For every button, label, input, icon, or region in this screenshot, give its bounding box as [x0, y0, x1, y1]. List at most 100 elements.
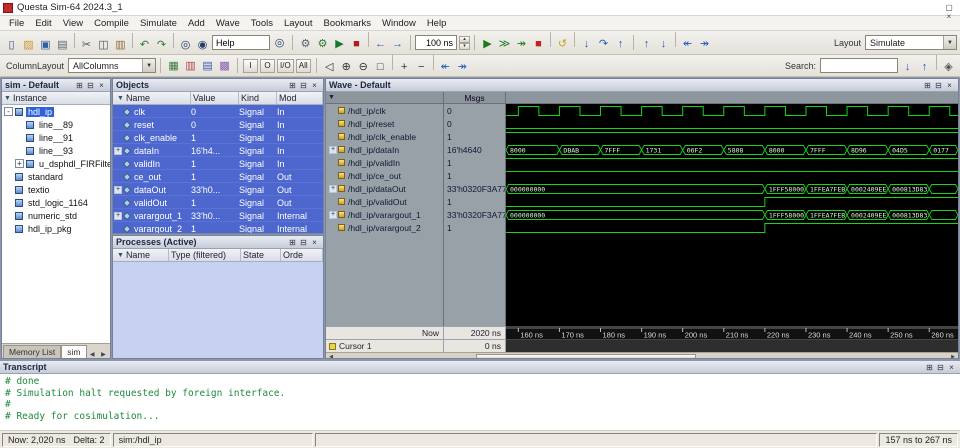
compile-icon[interactable]: ⚙ [297, 35, 314, 52]
waveform-area[interactable]: 8000DBAB7FFF173106F2580880007FFF8D9604D5… [506, 104, 958, 326]
step-into-icon[interactable]: ↓ [578, 36, 595, 53]
help-search-icon[interactable]: ◎ [271, 34, 288, 51]
environment-forward-icon[interactable]: → [389, 36, 406, 53]
zoom-in-icon[interactable]: ⊕ [338, 58, 355, 75]
close-icon[interactable]: × [309, 237, 320, 248]
object-row-varargout_2[interactable]: varargout_21SignalInternal [113, 222, 323, 233]
search-input[interactable] [820, 58, 898, 73]
save-icon[interactable]: ▣ [37, 36, 54, 53]
objects-panel-header[interactable]: Objects ⊞⊟× [113, 79, 323, 92]
object-row-ce_out[interactable]: ce_out1SignalOut [113, 170, 323, 183]
wave-name-dataOut[interactable]: +/hdl_ip/dataOut [326, 182, 443, 195]
wave-horizontal-scrollbar[interactable]: ◀ ▶ [326, 352, 958, 359]
tree-item-line__93[interactable]: line__93 [2, 144, 110, 157]
menu-window[interactable]: Window [377, 18, 421, 29]
menu-add[interactable]: Add [183, 18, 210, 29]
time-down-icon[interactable]: ▾ [459, 43, 470, 50]
undock-icon[interactable]: ⊟ [298, 80, 309, 91]
object-row-clk_enable[interactable]: clk_enable1SignalIn [113, 131, 323, 144]
objects-column-value[interactable]: Value [191, 92, 239, 104]
undock-icon[interactable]: ⊟ [933, 80, 944, 91]
navigate-up-icon[interactable]: ↑ [638, 36, 655, 53]
dock-icon[interactable]: ⊞ [924, 362, 935, 373]
print-icon[interactable]: ▤ [54, 36, 71, 53]
columnlayout-select[interactable]: AllColumns ▼ [68, 58, 156, 73]
time-up-icon[interactable]: ▴ [459, 36, 470, 43]
tree-item-textio[interactable]: textio [2, 183, 110, 196]
run-icon[interactable]: ▶ [479, 35, 496, 52]
menu-bookmarks[interactable]: Bookmarks [319, 18, 377, 29]
wave-names-header[interactable]: ▼ [326, 92, 444, 104]
environment-back-icon[interactable]: ← [372, 36, 389, 53]
compile-all-icon[interactable]: ⚙ [314, 35, 331, 52]
wave-name-validIn[interactable]: /hdl_ip/validIn [326, 156, 443, 169]
tree-item-std_logic_1164[interactable]: std_logic_1164 [2, 196, 110, 209]
expand-icon[interactable]: + [114, 147, 122, 155]
filter-inputs-button[interactable]: I [243, 59, 258, 73]
wave-values-header[interactable]: Msgs [444, 92, 506, 104]
transcript-header[interactable]: Transcript ⊞⊟× [0, 361, 960, 374]
jump-start-icon[interactable]: ↞ [679, 35, 696, 52]
tab-scroll-left-icon[interactable]: ◀ [87, 351, 98, 358]
dock-icon[interactable]: ⊞ [922, 80, 933, 91]
expand-icon[interactable]: + [114, 186, 122, 194]
cursor-track[interactable] [506, 339, 958, 352]
find-next-icon[interactable]: ◉ [194, 36, 211, 53]
step-out-icon[interactable]: ↑ [612, 36, 629, 53]
time-axis[interactable]: 160 ns170 ns180 ns190 ns200 ns210 ns220 … [506, 326, 958, 339]
menu-view[interactable]: View [58, 18, 88, 29]
filter-outputs-button[interactable]: O [260, 59, 275, 73]
menu-layout[interactable]: Layout [279, 18, 318, 29]
close-button[interactable]: × [938, 12, 960, 21]
expand-icon[interactable]: + [329, 211, 337, 219]
prev-edge-icon[interactable]: ↞ [437, 58, 454, 75]
object-row-varargout_1[interactable]: +varargout_133'h0...SignalInternal [113, 209, 323, 222]
layout-select[interactable]: Simulate ▼ [865, 35, 957, 50]
navigate-down-icon[interactable]: ↓ [655, 36, 672, 53]
undock-icon[interactable]: ⊟ [298, 237, 309, 248]
tab-sim[interactable]: sim [61, 345, 86, 358]
expand-icon[interactable]: + [329, 146, 337, 154]
wave-panel-header[interactable]: Wave - Default ⊞⊟× [326, 79, 958, 92]
collapse-icon[interactable]: - [4, 107, 13, 116]
scroll-right-icon[interactable]: ▶ [948, 354, 958, 359]
close-icon[interactable]: × [946, 362, 957, 373]
maximize-button[interactable]: ▢ [938, 3, 960, 12]
run-all-icon[interactable]: ↠ [513, 35, 530, 52]
expand-icon[interactable]: + [329, 185, 337, 193]
object-row-clk[interactable]: clk0SignalIn [113, 105, 323, 118]
menu-wave[interactable]: Wave [211, 18, 245, 29]
search-down-icon[interactable]: ↓ [899, 59, 916, 76]
menu-compile[interactable]: Compile [89, 18, 134, 29]
wave-name-validOut[interactable]: /hdl_ip/validOut [326, 195, 443, 208]
new-file-icon[interactable]: ▯ [3, 36, 20, 53]
wave-name-varargout_2[interactable]: /hdl_ip/varargout_2 [326, 221, 443, 234]
cursor-value-cell[interactable]: 0 ns [444, 339, 506, 352]
step-over-icon[interactable]: ↷ [595, 35, 612, 52]
processes-column-orde[interactable]: Orde [281, 249, 323, 261]
processes-column-typefiltered[interactable]: Type (filtered) [169, 249, 241, 261]
run-length-input[interactable] [415, 35, 457, 50]
objects-column-kind[interactable]: Kind [239, 92, 277, 104]
cursor-label-cell[interactable]: Cursor 1 [326, 339, 444, 352]
open-folder-icon[interactable]: ▨ [20, 36, 37, 53]
delete-cursor-icon[interactable]: − [413, 59, 430, 76]
zoom-out-icon[interactable]: ⊖ [355, 58, 372, 75]
continue-run-icon[interactable]: ≫ [496, 35, 513, 52]
processes-column-name[interactable]: ▼Name [113, 249, 169, 261]
tree-item-line__89[interactable]: line__89 [2, 118, 110, 131]
filter-all-button[interactable]: All [296, 59, 311, 73]
search-up-icon[interactable]: ↑ [916, 59, 933, 76]
expand-icon[interactable]: + [15, 159, 24, 168]
undo-icon[interactable]: ↶ [136, 36, 153, 53]
processes-column-state[interactable]: State [241, 249, 281, 261]
scrollbar-thumb[interactable] [476, 354, 696, 360]
menu-file[interactable]: File [4, 18, 29, 29]
copy-icon[interactable]: ◫ [95, 36, 112, 53]
zoom-full-icon[interactable]: □ [372, 59, 389, 76]
filter-inout-button[interactable]: I/O [277, 59, 294, 73]
wave-name-reset[interactable]: /hdl_ip/reset [326, 117, 443, 130]
wave-name-clk[interactable]: /hdl_ip/clk [326, 104, 443, 117]
layout-columns-icon[interactable]: ▥ [182, 57, 199, 74]
tab-scroll-right-icon[interactable]: ▶ [98, 351, 109, 358]
